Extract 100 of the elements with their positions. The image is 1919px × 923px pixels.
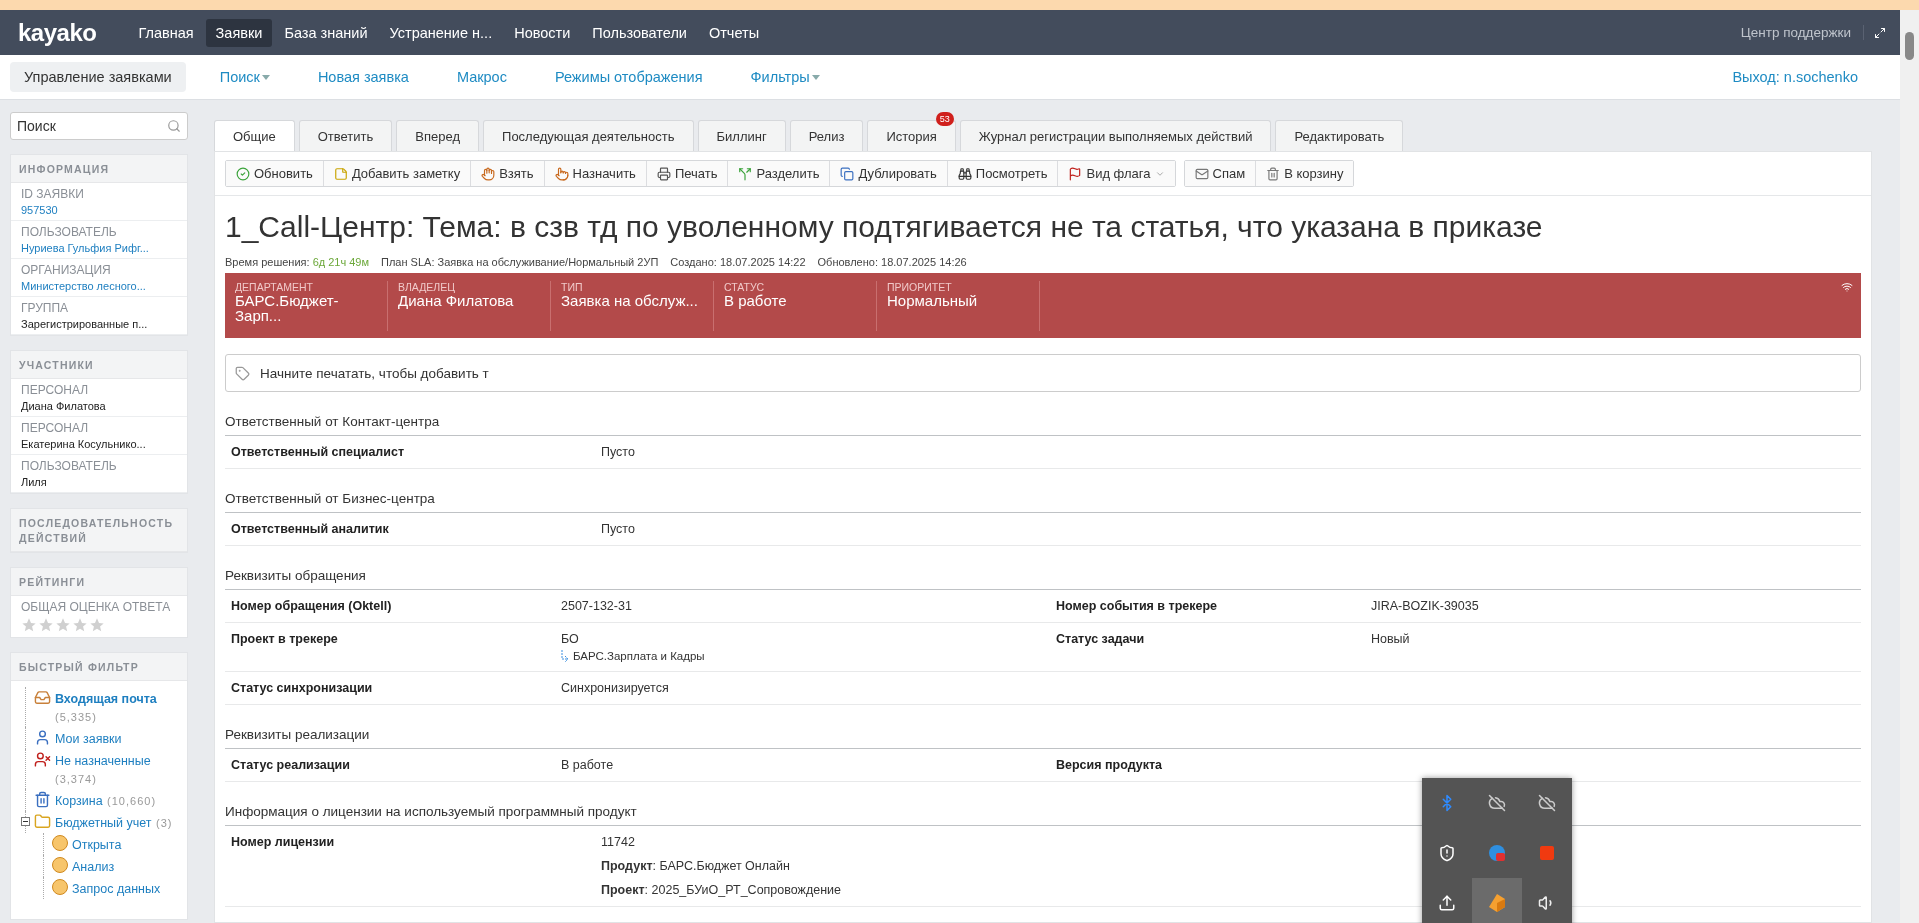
toolbar-button[interactable]: Назначить: [544, 161, 647, 186]
field-label: Проект в трекере: [231, 632, 339, 646]
section-title: Реквизиты обращения: [225, 560, 1861, 590]
support-link[interactable]: Центр поддержки: [1740, 25, 1864, 40]
nav-link[interactable]: Главная: [128, 18, 204, 47]
toolbar-button[interactable]: Взять: [471, 161, 545, 186]
filter-count: (3,374): [55, 773, 97, 785]
copy-icon: [840, 166, 855, 181]
filter-link[interactable]: Входящая почта: [55, 692, 157, 706]
app-logo-icon[interactable]: [1487, 893, 1507, 913]
upload-icon[interactable]: [1438, 894, 1456, 912]
shield-icon[interactable]: [1438, 844, 1456, 862]
info-link[interactable]: Министерство лесного...: [21, 280, 177, 292]
mail-icon: [1194, 166, 1209, 181]
toolbar-button[interactable]: Разделить: [728, 161, 831, 186]
field-value: 2507-132-31: [561, 599, 633, 613]
info-value: Лиля: [21, 476, 48, 488]
tab[interactable]: Ответить: [298, 120, 393, 151]
nav-link[interactable]: Пользователи: [582, 18, 697, 47]
tab[interactable]: Биллинг: [697, 120, 786, 151]
signal-icon[interactable]: [1841, 281, 1853, 293]
toolbar-button[interactable]: Посмотреть: [947, 161, 1059, 186]
refresh-icon: [236, 166, 250, 181]
subnav-link[interactable]: Управление заявками: [10, 62, 186, 92]
property-value[interactable]: Заявка на обслуж...: [561, 293, 703, 308]
logo: kayako: [18, 18, 97, 47]
tab[interactable]: Редактировать: [1275, 120, 1404, 151]
field-label: Версия продукта: [1056, 758, 1164, 772]
toolbar-button[interactable]: Дублировать: [830, 161, 948, 186]
property-value[interactable]: Нормальный: [887, 293, 1029, 308]
toolbar-button[interactable]: В корзину: [1256, 161, 1354, 186]
nav-link[interactable]: Отчеты: [698, 18, 770, 47]
toolbar-button[interactable]: Спам: [1184, 161, 1257, 186]
nav-link[interactable]: Новости: [504, 18, 581, 47]
filter-link[interactable]: Анализ: [72, 860, 115, 874]
toolbar-button[interactable]: Печать: [646, 161, 729, 186]
property-value[interactable]: В работе: [724, 293, 866, 308]
user-icon: [34, 729, 51, 746]
star-icon[interactable]: [72, 617, 88, 633]
collapse-icon[interactable]: [21, 817, 30, 826]
search-field[interactable]: Поиск: [10, 112, 188, 140]
field-value: Новый: [1371, 632, 1411, 646]
property-label: ДЕПАРТАМЕНТ: [235, 281, 314, 293]
scrollbar[interactable]: [1900, 10, 1919, 923]
star-icon[interactable]: [38, 617, 54, 633]
browser-icon[interactable]: [1487, 843, 1507, 863]
subnav-link[interactable]: Режимы отображения: [540, 62, 717, 92]
status-circle-icon: [52, 857, 68, 873]
property-label: ПРИОРИТЕТ: [887, 281, 953, 293]
split-icon: [738, 166, 753, 181]
print-icon: [656, 166, 671, 181]
filter-link[interactable]: Открыта: [72, 838, 122, 852]
nav-link[interactable]: База знаний: [274, 18, 378, 47]
info-link[interactable]: 957530: [21, 204, 177, 216]
toolbar-button[interactable]: Добавить заметку: [323, 161, 472, 186]
toolbar-button[interactable]: Обновить: [226, 161, 324, 186]
section-title: Реквизиты реализации: [225, 719, 1861, 749]
nav-link[interactable]: Заявки: [205, 18, 273, 47]
star-icon[interactable]: [89, 617, 105, 633]
ticket-meta: Обновлено: 18.07.2025 14:26: [817, 256, 967, 268]
tab[interactable]: Релиз: [789, 120, 864, 151]
tag-field[interactable]: Начните печатать, чтобы добавить т: [225, 354, 1861, 392]
subnav-link[interactable]: Новая заявка: [303, 62, 423, 92]
expand-icon[interactable]: [1874, 26, 1886, 39]
tab[interactable]: Журнал регистрации выполняемых действий: [959, 120, 1272, 151]
toolbar-button[interactable]: Вид флага: [1058, 161, 1175, 186]
filter-link[interactable]: Мои заявки: [55, 732, 122, 746]
info-link[interactable]: Нуриева Гульфия Рифг...: [21, 242, 177, 254]
rating-label: ОБЩАЯ ОЦЕНКА ОТВЕТА: [21, 600, 172, 614]
field-label: Номер события в трекере: [1056, 599, 1219, 613]
property-value[interactable]: Диана Филатова: [398, 293, 540, 308]
filter-link[interactable]: Корзина: [55, 794, 103, 808]
cloud-off-icon[interactable]: [1488, 794, 1506, 812]
tab[interactable]: Последующая деятельность: [483, 120, 694, 151]
panel-title: РЕЙТИНГИ: [11, 568, 187, 596]
property-value[interactable]: БАРС.Бюджет-Зарп...: [235, 293, 377, 323]
hand-icon: [481, 166, 496, 181]
tab[interactable]: Общие: [214, 120, 295, 151]
info-label: ГРУППА: [21, 301, 70, 315]
star-icon[interactable]: [55, 617, 71, 633]
subnav-link[interactable]: Макрос: [442, 62, 521, 92]
field-value: Синхронизируется: [561, 681, 670, 695]
filter-count: (5,335): [55, 711, 97, 723]
filter-link[interactable]: Не назначенные: [55, 754, 151, 768]
filter-link[interactable]: Бюджетный учет: [55, 816, 152, 830]
filter-link[interactable]: Запрос данных: [72, 882, 161, 896]
subnav-link[interactable]: Фильтры: [736, 62, 834, 92]
tab[interactable]: Вперед: [396, 120, 480, 151]
cloud-off-icon[interactable]: [1538, 794, 1556, 812]
nav-link[interactable]: Устранение н...: [379, 18, 503, 47]
star-icon[interactable]: [21, 617, 37, 633]
folder-icon: [34, 813, 51, 830]
ticket-meta: Создано: 18.07.2025 14:22: [670, 256, 806, 268]
info-label: ПЕРСОНАЛ: [21, 383, 90, 397]
property-label: ВЛАДЕЛЕЦ: [398, 281, 456, 293]
trash-icon: [34, 791, 51, 808]
ticket-meta: План SLA: Заявка на обслуживание/Нормальный 2УП: [381, 256, 659, 268]
subnav-link[interactable]: Поиск: [205, 62, 284, 92]
logout-link[interactable]: Выход: n.sochenko: [1718, 62, 1872, 92]
search-icon[interactable]: [167, 119, 181, 133]
